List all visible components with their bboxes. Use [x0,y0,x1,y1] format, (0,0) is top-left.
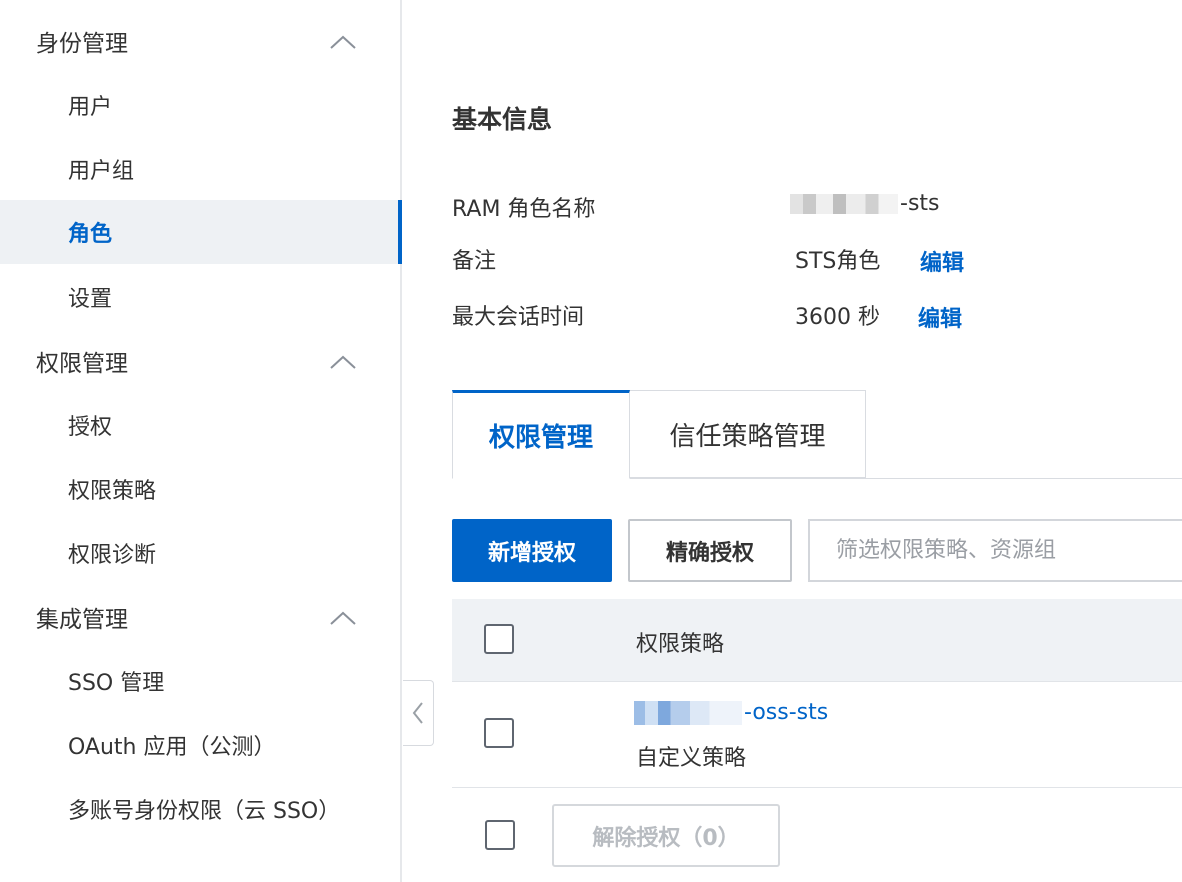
policy-name-suffix: -oss-sts [744,700,829,725]
chevron-up-icon[interactable] [329,611,357,625]
column-header-policy: 权限策略 [636,632,725,657]
sidebar-item-label: SSO 管理 [68,671,165,696]
select-all-checkbox[interactable] [484,624,514,654]
sidebar-item-label: 多账号身份权限（云 SSO） [68,799,341,824]
sidebar-item-diagnosis[interactable]: 权限诊断 [0,521,400,585]
policy-type: 自定义策略 [636,746,747,771]
chevron-up-icon[interactable] [329,35,357,49]
note-value: STS角色 [795,249,881,274]
policy-search [808,519,1182,582]
tab-trust-policy[interactable]: 信任策略管理 [630,390,866,478]
redacted-text [790,193,898,214]
policy-search-input[interactable] [810,521,1182,580]
sidebar-item-policies[interactable]: 权限策略 [0,457,400,521]
sidebar-item-label: 权限诊断 [68,543,157,568]
policy-name-link[interactable]: -oss-sts [634,700,828,725]
max-session-value: 3600 秒 [795,305,880,330]
redacted-text [634,700,742,725]
role-name-value: -sts [790,191,940,216]
sidebar-item-label: 角色 [68,222,113,247]
note-label: 备注 [452,249,497,274]
sidebar-item-settings[interactable]: 设置 [0,265,400,329]
chevron-left-icon [412,702,423,724]
nav-group-label: 权限管理 [36,351,128,377]
precise-grant-button[interactable]: 精确授权 [628,519,792,582]
sidebar-collapse-button[interactable] [403,680,434,746]
tab-permission-management[interactable]: 权限管理 [452,390,630,479]
max-session-label: 最大会话时间 [452,305,585,330]
nav-group-label: 集成管理 [36,607,128,633]
row-checkbox[interactable] [484,718,514,748]
sidebar-item-sso[interactable]: SSO 管理 [0,649,400,713]
sidebar-item-label: 用户 [68,95,113,120]
add-grant-button[interactable]: 新增授权 [452,519,612,582]
sidebar-item-label: 权限策略 [68,479,157,504]
tab-bar: 权限管理 信任策略管理 [452,390,1182,479]
sidebar-item-cloud-sso[interactable]: 多账号身份权限（云 SSO） [0,777,400,841]
sidebar-item-label: 用户组 [68,159,135,184]
sidebar-item-oauth[interactable]: OAuth 应用（公测） [0,713,400,777]
edit-note-link[interactable]: 编辑 [920,245,964,277]
sidebar-item-user-groups[interactable]: 用户组 [0,137,400,201]
sidebar-item-grants[interactable]: 授权 [0,393,400,457]
nav-group-label: 身份管理 [36,31,128,57]
footer-select-all-checkbox[interactable] [485,820,515,850]
role-name-label: RAM 角色名称 [452,197,596,222]
revoke-grant-button[interactable]: 解除授权（0） [552,804,780,867]
nav-group-integration[interactable]: 集成管理 [0,585,400,649]
edit-session-link[interactable]: 编辑 [918,301,962,333]
nav-group-identity[interactable]: 身份管理 [0,9,400,73]
table-row: -oss-sts 自定义策略 [452,682,1182,788]
sidebar-item-roles[interactable]: 角色 [0,200,402,264]
sidebar-item-label: 授权 [68,415,113,440]
sidebar-item-label: 设置 [68,287,113,312]
section-title-basic-info: 基本信息 [452,105,553,134]
nav-group-permissions[interactable]: 权限管理 [0,329,400,393]
table-header: 权限策略 [452,599,1182,682]
sidebar-item-users[interactable]: 用户 [0,73,400,137]
chevron-up-icon[interactable] [329,355,357,369]
sidebar: 身份管理 用户 用户组 角色 设置 权限管理 授权 权限策略 权限诊断 集成管理… [0,0,402,882]
role-name-suffix: -sts [900,191,940,216]
sidebar-item-label: OAuth 应用（公测） [68,735,276,760]
